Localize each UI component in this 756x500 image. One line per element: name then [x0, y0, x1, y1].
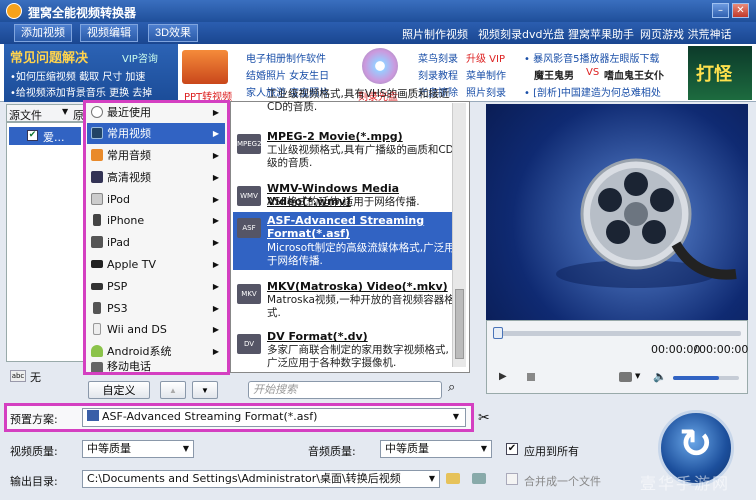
move-down-button[interactable]: ▼: [192, 381, 218, 399]
watermark-text: 壹华手游网: [640, 474, 731, 493]
apply-all-checkbox[interactable]: ✔: [506, 443, 518, 455]
output-label: 输出目录:: [10, 475, 58, 488]
faq-line-1[interactable]: •如何压缩视频 截取 尺寸 加速: [10, 68, 145, 83]
format-item-mpeg2[interactable]: MPEG2 MPEG-2 Movie(*.mpg) 工业级视频格式,具有广播级的…: [233, 128, 455, 180]
subtitle-icon: abc: [10, 370, 26, 382]
format-list-scrollbar[interactable]: [452, 103, 466, 367]
ad-game-2[interactable]: 嗜血鬼王女仆: [604, 67, 664, 82]
ad-album-1[interactable]: 电子相册制作软件: [246, 50, 326, 65]
file-list: ✔ 爱...: [6, 122, 84, 362]
output-path-input[interactable]: C:\Documents and Settings\Administrator\…: [82, 470, 440, 488]
audio-quality-select[interactable]: 中等质量 ▼: [380, 440, 492, 458]
custom-button[interactable]: 自定义: [88, 381, 150, 399]
game-label: 打怪: [696, 64, 732, 85]
video-preview: [486, 104, 748, 320]
open-folder-icon[interactable]: [472, 473, 486, 484]
format-item-asf[interactable]: ASF ASF-Advanced Streaming Format(*.asf)…: [233, 212, 455, 270]
file-list-header: 源文件 ▼ 原: [6, 104, 84, 122]
chevron-down-icon: ▼: [428, 471, 435, 487]
chevron-down-icon[interactable]: ▼: [62, 107, 68, 116]
column-source-file[interactable]: 源文件: [9, 107, 42, 123]
link-apple-helper[interactable]: 狸窝苹果助手: [568, 26, 634, 42]
subtitle-value[interactable]: 无: [30, 369, 41, 385]
progress-handle[interactable]: [493, 327, 503, 339]
settings-tool-icon[interactable]: ✂: [478, 410, 490, 426]
merge-checkbox[interactable]: [506, 473, 518, 485]
ad-photo-burn[interactable]: 照片刻录: [466, 84, 506, 99]
volume-fill: [673, 376, 720, 380]
time-current: 00:00:00: [651, 343, 701, 356]
apply-all-label[interactable]: 应用到所有: [524, 443, 579, 459]
app-logo-icon: [6, 3, 22, 19]
ad-vip[interactable]: 升级 VIP: [466, 50, 505, 65]
faq-title[interactable]: 常见问题解决: [10, 47, 88, 66]
play-icon[interactable]: ▶: [499, 371, 507, 382]
faq-vip[interactable]: VIP咨询: [122, 50, 158, 65]
disc-icon[interactable]: [362, 48, 398, 84]
ppt-icon[interactable]: [182, 50, 228, 84]
speaker-icon[interactable]: 🔈: [653, 370, 667, 383]
stop-icon[interactable]: [527, 373, 535, 381]
video-quality-select[interactable]: 中等质量 ▼: [82, 440, 194, 458]
video-quality-label: 视频质量:: [10, 445, 58, 458]
film-reel-icon: [556, 158, 737, 288]
volume-track[interactable]: [673, 376, 739, 380]
ad-menu[interactable]: 菜单制作: [466, 67, 506, 82]
search-input[interactable]: 开始搜索: [248, 381, 442, 399]
mkv-icon: MKV: [237, 284, 261, 304]
format-item-mkv[interactable]: MKV MKV(Matroska) Video(*.mkv) Matroska视…: [233, 278, 455, 330]
ad-vs: VS: [586, 67, 600, 78]
chevron-down-icon[interactable]: ▼: [635, 372, 640, 380]
ad-game-1[interactable]: 魔王鬼男: [534, 67, 574, 82]
chevron-down-icon: ▼: [480, 444, 487, 453]
window-title: 狸窝全能视频转换器: [28, 6, 137, 20]
link-web-game[interactable]: 网页游戏 洪荒神话: [640, 26, 732, 42]
wmv-icon: WMV: [237, 186, 261, 206]
ad-burn-1[interactable]: 菜鸟刻录: [418, 50, 458, 65]
tab-video-edit[interactable]: 视频编辑: [80, 24, 138, 42]
tab-3d-effect[interactable]: 3D效果: [148, 24, 199, 42]
time-total: 00:00:00: [699, 343, 749, 356]
faq-panel: 常见问题解决 VIP咨询 •如何压缩视频 截取 尺寸 加速 •给视频添加背景音乐…: [4, 44, 178, 102]
link-photo-video[interactable]: 照片制作视频: [402, 26, 468, 42]
game-banner[interactable]: 打怪: [688, 46, 752, 100]
ad-analysis[interactable]: • [剖析]中国建造为何总难相处: [524, 84, 661, 99]
dv-icon: DV: [237, 334, 261, 354]
scrollbar-thumb[interactable]: [455, 289, 464, 359]
time-separator: /: [694, 343, 698, 356]
merge-label[interactable]: 合并成一个文件: [524, 473, 601, 489]
highlight-preset: [4, 403, 474, 432]
link-dvd-burn[interactable]: 视频刻录dvd光盘: [478, 26, 564, 42]
tab-add-video[interactable]: 添加视频: [14, 24, 72, 42]
close-button[interactable]: ✕: [732, 3, 749, 18]
search-icon[interactable]: ⌕: [448, 380, 455, 395]
mpeg2-icon: MPEG2: [237, 134, 262, 154]
move-up-button[interactable]: ▲: [160, 381, 186, 399]
highlight-category-menu: [83, 100, 230, 375]
list-item[interactable]: ✔ 爱...: [9, 127, 81, 145]
folder-icon[interactable]: [446, 473, 460, 484]
title-bar: 狸窝全能视频转换器 – ✕: [0, 0, 756, 22]
format-item-dv[interactable]: DV DV Format(*.dv) 多家厂商联合制定的家用数字视频格式,广泛应…: [233, 328, 455, 380]
file-name: 爱...: [43, 131, 65, 144]
file-checkbox[interactable]: ✔: [27, 130, 38, 141]
faq-line-2[interactable]: •给视频添加背景音乐 更换 去掉: [10, 84, 152, 99]
ad-player[interactable]: • 暴风影音5播放器左眼版下载: [524, 50, 659, 65]
format-list: 工业级视频格式,具有VHS的画质和接近CD的音质. MPEG2 MPEG-2 M…: [230, 88, 470, 373]
refresh-arrow-icon: ↻: [679, 421, 713, 467]
progress-track[interactable]: [495, 331, 741, 336]
format-item-mpeg1[interactable]: 工业级视频格式,具有VHS的画质和接近CD的音质.: [233, 86, 455, 122]
minimize-button[interactable]: –: [712, 3, 729, 18]
ad-album-2[interactable]: 结婚照片 女友生日: [246, 67, 329, 82]
menu-bar: 添加视频 视频编辑 3D效果 照片制作视频 视频刻录dvd光盘 狸窝苹果助手 网…: [0, 22, 756, 44]
audio-quality-label: 音频质量:: [308, 445, 356, 458]
ad-burn-2[interactable]: 刻录教程: [418, 67, 458, 82]
asf-icon: ASF: [237, 218, 261, 238]
player-controls: 00:00:00 / 00:00:00 ▶ ▼ 🔈: [486, 320, 748, 394]
camera-icon[interactable]: [619, 372, 632, 382]
chevron-down-icon: ▼: [182, 444, 189, 453]
